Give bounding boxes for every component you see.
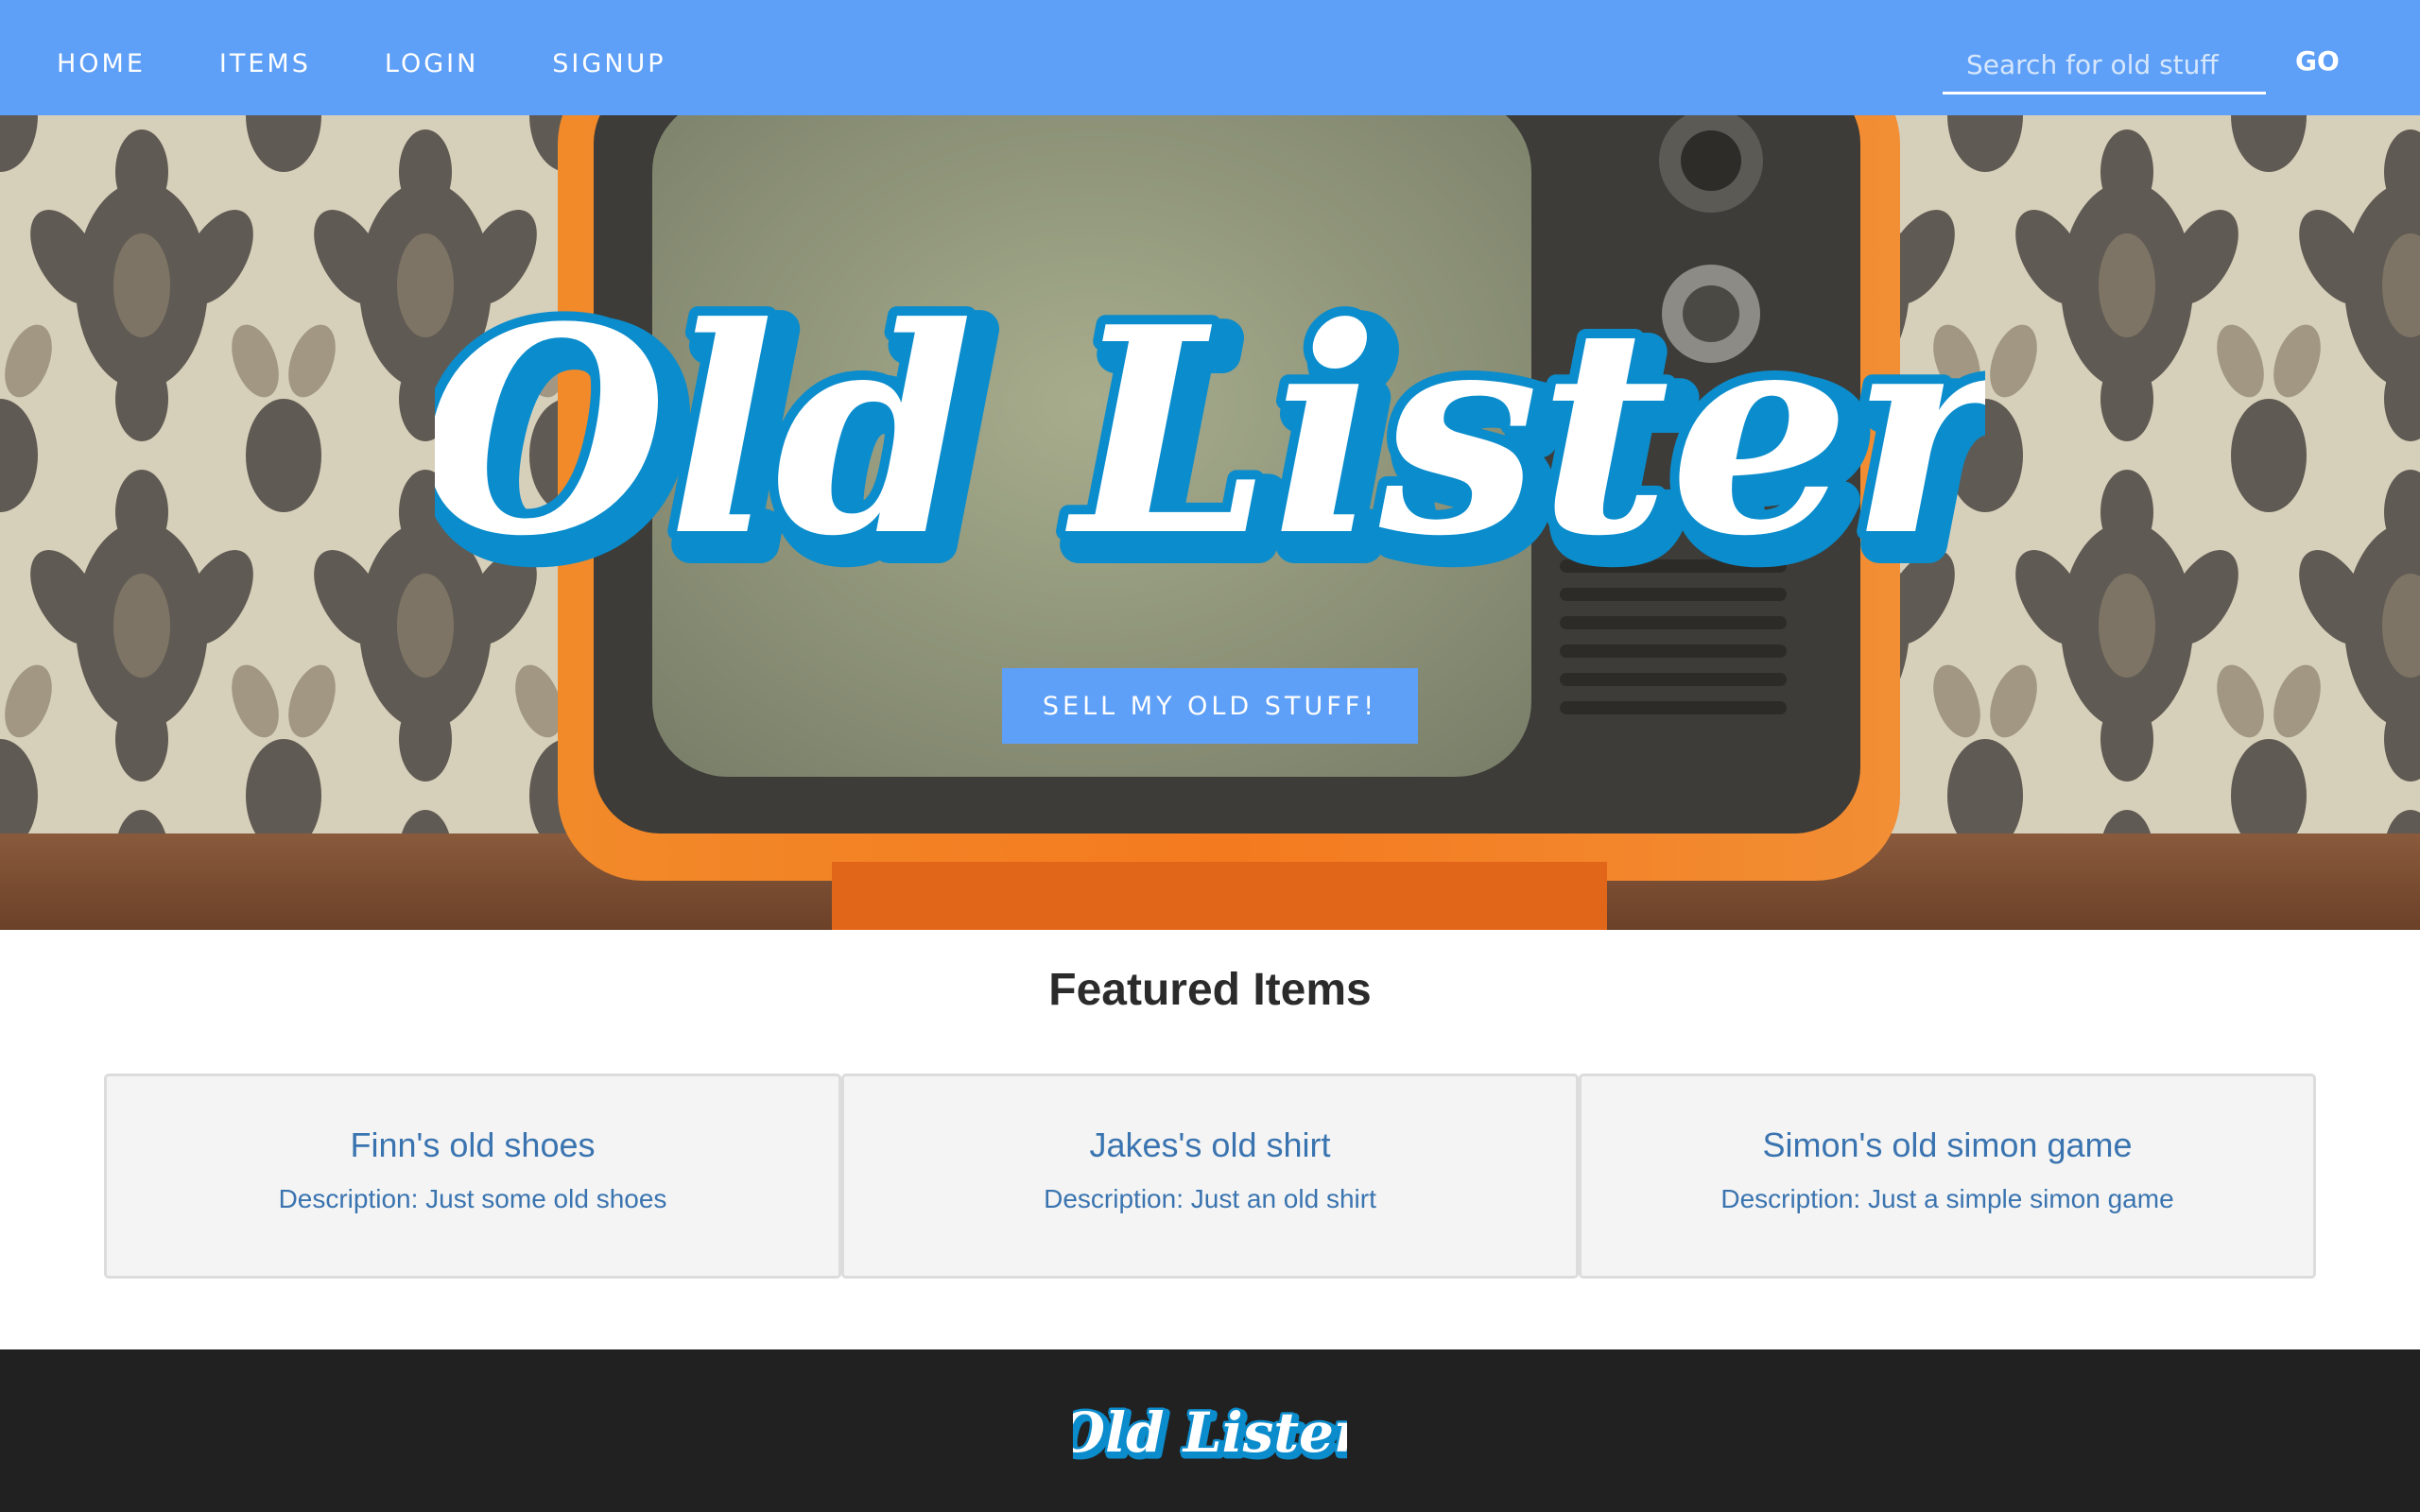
footer: Old Lister Old Lister [0, 1349, 2420, 1512]
featured-item-card[interactable]: Finn's old shoes Description: Just some … [104, 1074, 841, 1279]
sell-my-old-stuff-button[interactable]: SELL MY OLD STUFF! [1002, 668, 1418, 744]
hero-banner: Old Lister Old Lister SELL MY OLD STUFF! [0, 115, 2420, 930]
nav-link-signup[interactable]: SIGNUP [552, 49, 666, 78]
hero-logo: Old Lister Old Lister [435, 255, 1985, 630]
navbar: HOME ITEMS LOGIN SIGNUP GO [0, 0, 2420, 115]
item-description: Description: Just a simple simon game [1720, 1184, 2174, 1213]
featured-item-card[interactable]: Jakes's old shirt Description: Just an o… [841, 1074, 1579, 1279]
search-input[interactable] [1943, 38, 2266, 94]
item-description: Description: Just some old shoes [278, 1184, 667, 1213]
featured-item-card[interactable]: Simon's old simon game Description: Just… [1579, 1074, 2316, 1279]
svg-text:Old Lister: Old Lister [1073, 1400, 1347, 1465]
footer-logo: Old Lister Old Lister [1073, 1399, 1347, 1472]
featured-items-list: Finn's old shoes Description: Just some … [104, 1074, 2316, 1279]
item-title: Jakes's old shirt [1089, 1125, 1331, 1164]
svg-text:Old Lister: Old Lister [435, 265, 1985, 598]
nav-links: HOME ITEMS LOGIN SIGNUP [57, 49, 740, 78]
nav-link-home[interactable]: HOME [57, 49, 146, 78]
go-button[interactable]: GO [2295, 45, 2340, 77]
nav-link-login[interactable]: LOGIN [385, 49, 478, 78]
nav-link-items[interactable]: ITEMS [219, 49, 311, 78]
item-description: Description: Just an old shirt [1044, 1184, 1376, 1213]
item-title: Finn's old shoes [350, 1125, 596, 1164]
item-title: Simon's old simon game [1762, 1125, 2133, 1164]
featured-items-heading: Featured Items [1048, 965, 1372, 1015]
